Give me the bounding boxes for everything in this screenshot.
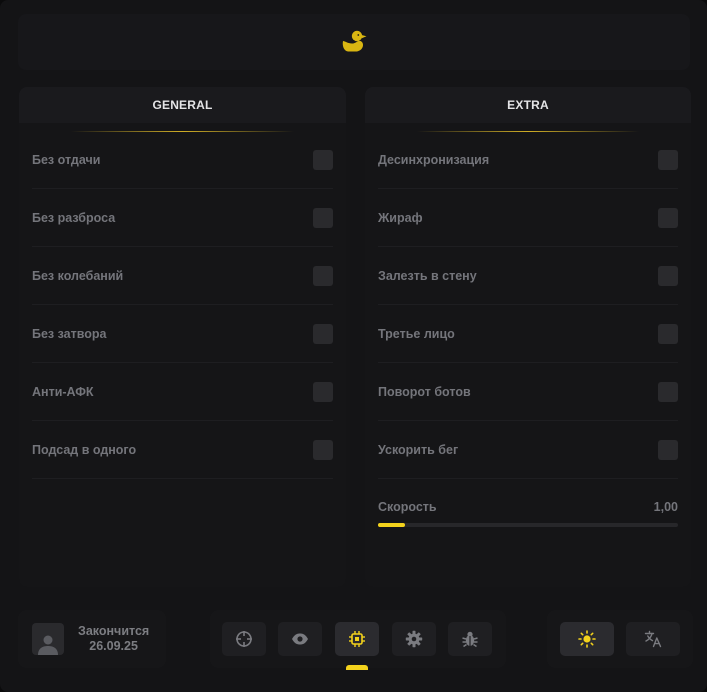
option-row: Без разброса: [32, 189, 333, 247]
language-button[interactable]: [626, 622, 680, 656]
app-window: GENERAL Без отдачи Без разброса Без коле…: [0, 0, 707, 692]
option-label: Жираф: [378, 210, 423, 225]
option-checkbox[interactable]: [658, 265, 678, 286]
user-info: Закончится 26.09.25: [18, 610, 166, 668]
tab-settings[interactable]: [392, 622, 436, 656]
speed-label: Скорость: [378, 500, 437, 514]
option-row: Залезть в стену: [378, 247, 678, 305]
option-row: Третье лицо: [378, 305, 678, 363]
tab-visuals[interactable]: [278, 622, 322, 656]
tab-bar: [210, 610, 506, 670]
option-label: Третье лицо: [378, 326, 455, 341]
tab-debug[interactable]: [448, 622, 492, 656]
extra-panel-title: EXTRA: [365, 87, 691, 123]
option-checkbox[interactable]: [658, 381, 678, 402]
chip-icon: [349, 631, 365, 647]
active-tab-indicator: [346, 665, 368, 670]
option-label: Без затвора: [32, 326, 107, 341]
option-row: Без затвора: [32, 305, 333, 363]
option-label: Без колебаний: [32, 268, 124, 283]
user-icon: [38, 635, 58, 655]
option-checkbox[interactable]: [313, 439, 333, 460]
option-label: Десинхронизация: [378, 153, 490, 167]
option-checkbox[interactable]: [658, 150, 678, 170]
eye-icon: [292, 633, 308, 645]
general-panel: GENERAL Без отдачи Без разброса Без коле…: [19, 87, 346, 587]
tab-aim[interactable]: [222, 622, 266, 656]
translate-icon: [644, 630, 662, 648]
option-row: Ускорить бег: [378, 421, 678, 479]
option-row: Без отдачи: [32, 132, 333, 189]
option-row: Жираф: [378, 189, 678, 247]
tab-misc[interactable]: [335, 622, 379, 656]
sun-icon: [578, 630, 596, 648]
theme-toggle-button[interactable]: [560, 622, 614, 656]
option-row: Подсад в одного: [32, 421, 333, 479]
gear-icon: [405, 630, 423, 648]
option-row: Анти-АФК: [32, 363, 333, 421]
option-label: Залезть в стену: [378, 268, 477, 283]
option-row: Поворот ботов: [378, 363, 678, 421]
subscription-info: Закончится 26.09.25: [78, 624, 149, 654]
extra-options-list: Десинхронизация Жираф Залезть в стену Тр…: [365, 132, 691, 479]
option-label: Подсад в одного: [32, 442, 137, 457]
crosshair-icon: [236, 631, 252, 647]
option-row: Без колебаний: [32, 247, 333, 305]
duck-icon: [340, 28, 368, 56]
option-checkbox[interactable]: [313, 323, 333, 344]
speed-setting: Скорость 1,00: [365, 479, 691, 537]
avatar: [32, 623, 64, 655]
expires-date: 26.09.25: [89, 639, 138, 653]
option-label: Без разброса: [32, 210, 116, 225]
quick-controls: [547, 610, 693, 668]
speed-slider-fill: [378, 523, 405, 527]
option-checkbox[interactable]: [658, 439, 678, 460]
speed-value: 1,00: [653, 500, 678, 514]
option-label: Поворот ботов: [378, 384, 471, 399]
option-row: Десинхронизация: [378, 132, 678, 189]
expires-label: Закончится: [78, 624, 150, 638]
option-label: Ускорить бег: [378, 442, 459, 457]
option-checkbox[interactable]: [658, 323, 678, 344]
header-bar: [18, 14, 690, 70]
option-label: Без отдачи: [32, 153, 101, 167]
option-checkbox[interactable]: [313, 265, 333, 286]
general-panel-title: GENERAL: [19, 87, 346, 123]
general-options-list: Без отдачи Без разброса Без колебаний Бе…: [19, 132, 346, 479]
extra-panel: EXTRA Десинхронизация Жираф Залезть в ст…: [365, 87, 691, 587]
bug-icon: [462, 631, 478, 648]
option-label: Анти-АФК: [32, 384, 94, 399]
option-checkbox[interactable]: [658, 207, 678, 228]
option-checkbox[interactable]: [313, 207, 333, 228]
option-checkbox[interactable]: [313, 381, 333, 402]
speed-slider[interactable]: [378, 523, 678, 527]
option-checkbox[interactable]: [313, 150, 333, 170]
